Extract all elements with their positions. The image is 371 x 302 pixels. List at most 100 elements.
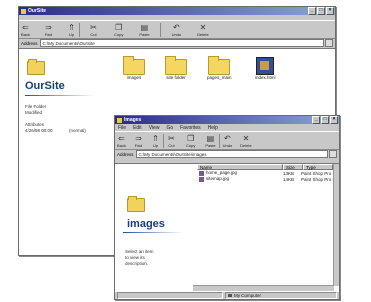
up-button[interactable]: ⇑ Up: [151, 134, 160, 149]
menu-help[interactable]: Help: [208, 125, 218, 131]
folder-item[interactable]: pages_main: [207, 56, 232, 80]
folder-icon: [208, 56, 231, 75]
file-type-cell: Paint Shop Pro Ima...: [301, 176, 333, 182]
toolbar: ⇐ Back ⇒ Fwd ⇑ Up ✂ Cut ❐ Copy ▤ Paste ↶ Undo ✕…: [115, 131, 339, 150]
menu-file[interactable]: File: [118, 125, 126, 131]
close-button[interactable]: ×: [326, 7, 334, 15]
html-file-item[interactable]: index.html: [255, 57, 276, 80]
images-titlebar[interactable]: Images _ □ ×: [115, 116, 339, 124]
file-name-cell: home_page.jpg: [197, 170, 281, 176]
image-file-icon: [199, 170, 204, 176]
address-field[interactable]: C:\My Documents\OurSite\images: [135, 150, 328, 158]
menu-bar: File Edit View Go Favorites Help: [115, 124, 339, 131]
copy-button[interactable]: ❐ Copy: [114, 23, 123, 38]
paste-button[interactable]: ▤ Paste: [139, 23, 149, 38]
column-header-name[interactable]: Name: [197, 164, 283, 170]
file-size-cell: 14KB: [283, 176, 295, 182]
toolbar-separator: [79, 23, 80, 37]
back-arrow-icon: ⇐: [22, 23, 29, 32]
undo-button[interactable]: ↶ Undo: [172, 24, 182, 38]
toolbar-separator: [159, 23, 161, 37]
delete-button[interactable]: ✕ Delete: [240, 134, 252, 149]
folder-type: File Folder: [25, 104, 47, 109]
paste-icon: ▤: [206, 134, 215, 143]
menu-favorites[interactable]: Favorites: [180, 125, 201, 131]
maximize-button[interactable]: □: [321, 116, 329, 124]
address-text: C:\My Documents\OurSite\images: [138, 151, 207, 157]
address-dropdown-button[interactable]: [325, 39, 333, 47]
forward-button[interactable]: ⇒ Fwd: [134, 134, 143, 149]
menu-edit[interactable]: Edit: [133, 125, 142, 131]
cut-button[interactable]: ✂ Cut: [167, 135, 176, 149]
web-view-panel: images Select an item to view its descri…: [115, 164, 193, 291]
back-button[interactable]: ⇐ Back: [117, 135, 126, 149]
maximize-button[interactable]: □: [317, 7, 325, 15]
panel-hint-line2: to view its: [125, 255, 145, 260]
oursite-titlebar[interactable]: OurSite _ □ ×: [19, 7, 335, 15]
title-rule: [25, 95, 95, 96]
address-field[interactable]: C:\My Documents\OurSite: [39, 39, 324, 47]
folder-icon: [21, 8, 26, 14]
status-location: My Computer: [225, 292, 337, 299]
folder-icon: [117, 117, 122, 123]
toolbar-separator: [218, 134, 220, 148]
table-row[interactable]: sitemap.jpg 14KB Paint Shop Pro Ima...: [197, 176, 333, 182]
image-file-icon: [199, 176, 204, 182]
vertical-scrollbar[interactable]: [333, 164, 339, 286]
copy-button[interactable]: ❐ Copy: [186, 134, 195, 149]
cut-button[interactable]: ✂ Cut: [89, 23, 98, 38]
attributes-label: Attributes: [25, 122, 45, 127]
modified-date: 4/26/98 00:00: [25, 128, 53, 133]
address-label: Address: [117, 151, 134, 157]
modified-label: Modified: [25, 110, 43, 115]
column-header-size[interactable]: Size: [283, 164, 303, 170]
menu-view[interactable]: View: [149, 125, 160, 131]
table-row[interactable]: home_page.jpg 13KB Paint Shop Pro Ima...: [197, 170, 333, 176]
forward-arrow-icon: ⇒: [45, 23, 52, 32]
undo-button[interactable]: ↶ Undo: [223, 134, 233, 149]
up-folder-icon: ⇑: [152, 134, 159, 143]
scissors-icon: ✂: [90, 23, 97, 32]
web-view-panel: OurSite File Folder Modified Attributes …: [19, 49, 114, 255]
panel-title: OurSite: [25, 80, 65, 92]
forward-button[interactable]: ⇒ Fwd: [44, 23, 53, 38]
folder-item[interactable]: images: [123, 56, 145, 80]
address-bar: Address C:\My Documents\OurSite: [19, 39, 335, 47]
folder-item[interactable]: site folder: [165, 56, 187, 80]
toolbar-separator: [163, 134, 164, 148]
panel-title: images: [127, 218, 165, 230]
up-button[interactable]: ⇑ Up: [67, 23, 76, 38]
undo-icon: ↶: [224, 134, 231, 143]
column-header-type[interactable]: Type: [303, 164, 333, 170]
forward-arrow-icon: ⇒: [135, 134, 142, 143]
back-button[interactable]: ⇐ Back: [21, 23, 30, 38]
window-title: OurSite: [28, 8, 47, 14]
big-folder-icon: [27, 59, 45, 75]
address-text: C:\My Documents\OurSite: [42, 40, 95, 46]
status-bar: My Computer: [115, 291, 339, 299]
address-dropdown-button[interactable]: [329, 150, 337, 158]
images-window: Images _ □ × File Edit View Go Favorites…: [114, 115, 340, 300]
address-label: Address: [21, 40, 38, 46]
file-name-cell: sitemap.jpg: [197, 176, 281, 182]
minimize-button[interactable]: _: [308, 7, 316, 15]
close-button[interactable]: ×: [330, 116, 338, 124]
delete-x-icon: ✕: [199, 23, 207, 32]
big-folder-icon: [127, 196, 145, 212]
copy-icon: ❐: [187, 134, 195, 143]
window-title: Images: [124, 117, 142, 123]
paste-button[interactable]: ▤ Paste: [205, 134, 215, 149]
html-file-icon: [256, 57, 275, 75]
paste-icon: ▤: [140, 23, 149, 32]
up-folder-icon: ⇑: [68, 23, 75, 32]
minimize-button[interactable]: _: [312, 116, 320, 124]
panel-hint-line3: description.: [125, 261, 149, 266]
toolbar: ⇐ Back ⇒ Fwd ⇑ Up ✂ Cut ❐ Copy ▤ Paste ↶ Undo ✕…: [19, 20, 335, 39]
copy-icon: ❐: [115, 23, 123, 32]
folder-icon: [123, 56, 145, 75]
delete-x-icon: ✕: [242, 134, 250, 143]
address-bar: Address C:\My Documents\OurSite\images: [115, 150, 339, 158]
images-content: images Select an item to view its descri…: [115, 163, 339, 291]
delete-button[interactable]: ✕ Delete: [197, 23, 209, 38]
menu-go[interactable]: Go: [166, 125, 173, 131]
